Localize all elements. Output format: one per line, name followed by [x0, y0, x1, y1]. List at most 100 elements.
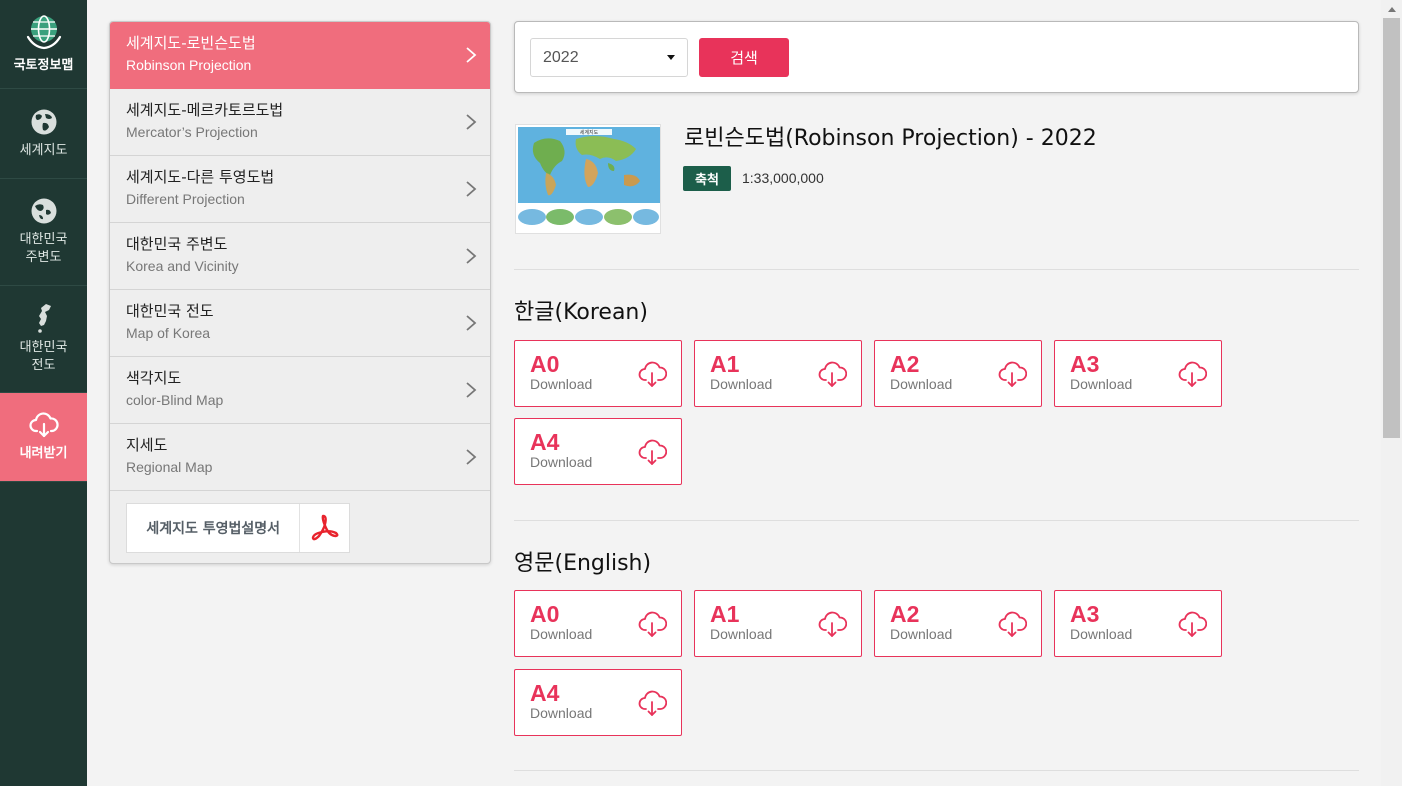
paper-size-label: A4	[530, 680, 560, 706]
menu-item[interactable]: 색각지도 color-Blind Map	[110, 357, 490, 424]
pdf-icon	[299, 504, 349, 552]
menu-item[interactable]: 지세도 Regional Map	[110, 424, 490, 491]
download-label: Download	[710, 626, 773, 642]
map-thumbnail[interactable]: 세계지도	[515, 124, 661, 234]
world-globe-icon	[30, 108, 58, 136]
asia-globe-icon	[30, 197, 58, 225]
cloud-download-icon	[818, 361, 847, 387]
chevron-right-icon	[466, 181, 477, 197]
menu-item-title: 대한민국 전도	[126, 302, 214, 320]
pdf-button-label: 세계지도 투영법설명서	[146, 521, 281, 537]
korea-peninsula-icon	[32, 303, 56, 333]
menu-item[interactable]: 세계지도-다른 투영도법 Different Projection	[110, 156, 490, 223]
menu-item-title: 세계지도-다른 투영도법	[126, 168, 275, 186]
menu-item[interactable]: 세계지도-로빈슨도법 Robinson Projection	[110, 22, 490, 89]
chevron-right-icon	[466, 315, 477, 331]
thumbnail-caption: 세계지도	[580, 129, 599, 136]
menu-item-title: 대한민국 주변도	[126, 235, 228, 253]
rail-item-label: 내려받기	[19, 446, 68, 461]
search-bar: 2022 검색	[514, 21, 1359, 93]
menu-item-title: 세계지도-메르카토르도법	[126, 101, 284, 119]
map-category-menu: 세계지도-로빈슨도법 Robinson Projection 세계지도-메르카토르도…	[109, 21, 491, 564]
cloud-download-icon	[1178, 361, 1207, 387]
rail-brand-label: 국토정보맵	[13, 58, 74, 73]
paper-size-label: A0	[530, 601, 560, 627]
rail-item-label: 세계지도	[19, 142, 68, 158]
scale-badge: 축척	[683, 166, 731, 191]
download-button-a1[interactable]: A1 Download	[694, 590, 862, 657]
paper-size-label: A4	[530, 429, 560, 455]
cloud-download-icon	[998, 361, 1027, 387]
scrollbar-thumb[interactable]	[1383, 18, 1400, 438]
download-label: Download	[1070, 376, 1133, 392]
paper-size-label: A1	[710, 351, 740, 377]
menu-item-subtitle: Regional Map	[126, 459, 213, 475]
cloud-download-icon	[1178, 611, 1207, 637]
download-label: Download	[1070, 626, 1133, 642]
download-button-a1[interactable]: A1 Download	[694, 340, 862, 407]
download-button-a0[interactable]: A0 Download	[514, 590, 682, 657]
rail-item-world-map[interactable]: 세계지도	[0, 89, 87, 179]
menu-item-title: 세계지도-로빈슨도법	[126, 34, 256, 52]
download-label: Download	[530, 705, 593, 721]
menu-item-title: 색각지도	[126, 369, 182, 387]
menu-item[interactable]: 대한민국 주변도 Korea and Vicinity	[110, 223, 490, 290]
rail-item-korea-vicinity[interactable]: 대한민국 주변도	[0, 179, 87, 286]
cloud-download-icon	[818, 611, 847, 637]
download-label: Download	[890, 626, 953, 642]
download-label: Download	[890, 376, 953, 392]
menu-item[interactable]: 세계지도-메르카토르도법 Mercator’s Projection	[110, 89, 490, 156]
scroll-up-button[interactable]	[1381, 0, 1402, 18]
paper-size-label: A3	[1070, 601, 1100, 627]
download-label: Download	[530, 626, 593, 642]
projection-guide-pdf-button[interactable]: 세계지도 투영법설명서	[126, 503, 350, 553]
download-button-a4[interactable]: A4 Download	[514, 669, 682, 736]
rail-item-label: 대한민국 전도	[19, 340, 68, 373]
menu-item-subtitle: Korea and Vicinity	[126, 258, 239, 274]
cloud-download-icon	[638, 611, 667, 637]
download-button-a3[interactable]: A3 Download	[1054, 340, 1222, 407]
menu-item-subtitle: Robinson Projection	[126, 57, 252, 73]
search-button[interactable]: 검색	[699, 38, 789, 77]
menu-item[interactable]: 대한민국 전도 Map of Korea	[110, 290, 490, 357]
chevron-right-icon	[466, 449, 477, 465]
scale-value: 1:33,000,000	[742, 170, 824, 186]
window-edge	[1402, 0, 1414, 786]
cloud-download-icon	[638, 361, 667, 387]
download-button-a3[interactable]: A3 Download	[1054, 590, 1222, 657]
divider	[514, 269, 1359, 270]
map-title: 로빈슨도법(Robinson Projection) - 2022	[684, 126, 1097, 151]
rail-item-download[interactable]: 내려받기	[0, 393, 87, 482]
section-title: 영문(English)	[514, 551, 652, 576]
menu-item-title: 지세도	[126, 436, 168, 454]
menu-item-subtitle: Map of Korea	[126, 325, 211, 341]
paper-size-label: A2	[890, 601, 920, 627]
download-button-a4[interactable]: A4 Download	[514, 418, 682, 485]
caret-down-icon	[667, 55, 675, 60]
download-button-a2[interactable]: A2 Download	[874, 340, 1042, 407]
download-button-a0[interactable]: A0 Download	[514, 340, 682, 407]
cloud-download-icon	[638, 690, 667, 716]
chevron-right-icon	[466, 114, 477, 130]
rail-item-korea-map[interactable]: 대한민국 전도	[0, 286, 87, 393]
download-label: Download	[710, 376, 773, 392]
divider	[514, 520, 1359, 521]
left-nav-rail: 국토정보맵 세계지도 대한민국 주변도 대한민국 전도 내려받기	[0, 0, 87, 786]
chevron-right-icon	[466, 47, 477, 63]
menu-item-subtitle: Different Projection	[126, 191, 245, 207]
paper-size-label: A3	[1070, 351, 1100, 377]
download-label: Download	[530, 454, 593, 470]
download-button-a2[interactable]: A2 Download	[874, 590, 1042, 657]
cloud-download-icon	[998, 611, 1027, 637]
year-select-value: 2022	[543, 48, 579, 66]
globe-hands-icon	[25, 13, 63, 51]
section-title: 한글(Korean)	[514, 300, 648, 325]
rail-brand[interactable]: 국토정보맵	[0, 0, 87, 89]
menu-item-subtitle: color-Blind Map	[126, 392, 224, 408]
year-select[interactable]: 2022	[530, 38, 688, 77]
cloud-download-icon	[638, 439, 667, 465]
arrow-up-icon	[1387, 6, 1396, 12]
menu-item-subtitle: Mercator’s Projection	[126, 124, 258, 140]
paper-size-label: A1	[710, 601, 740, 627]
paper-size-label: A2	[890, 351, 920, 377]
